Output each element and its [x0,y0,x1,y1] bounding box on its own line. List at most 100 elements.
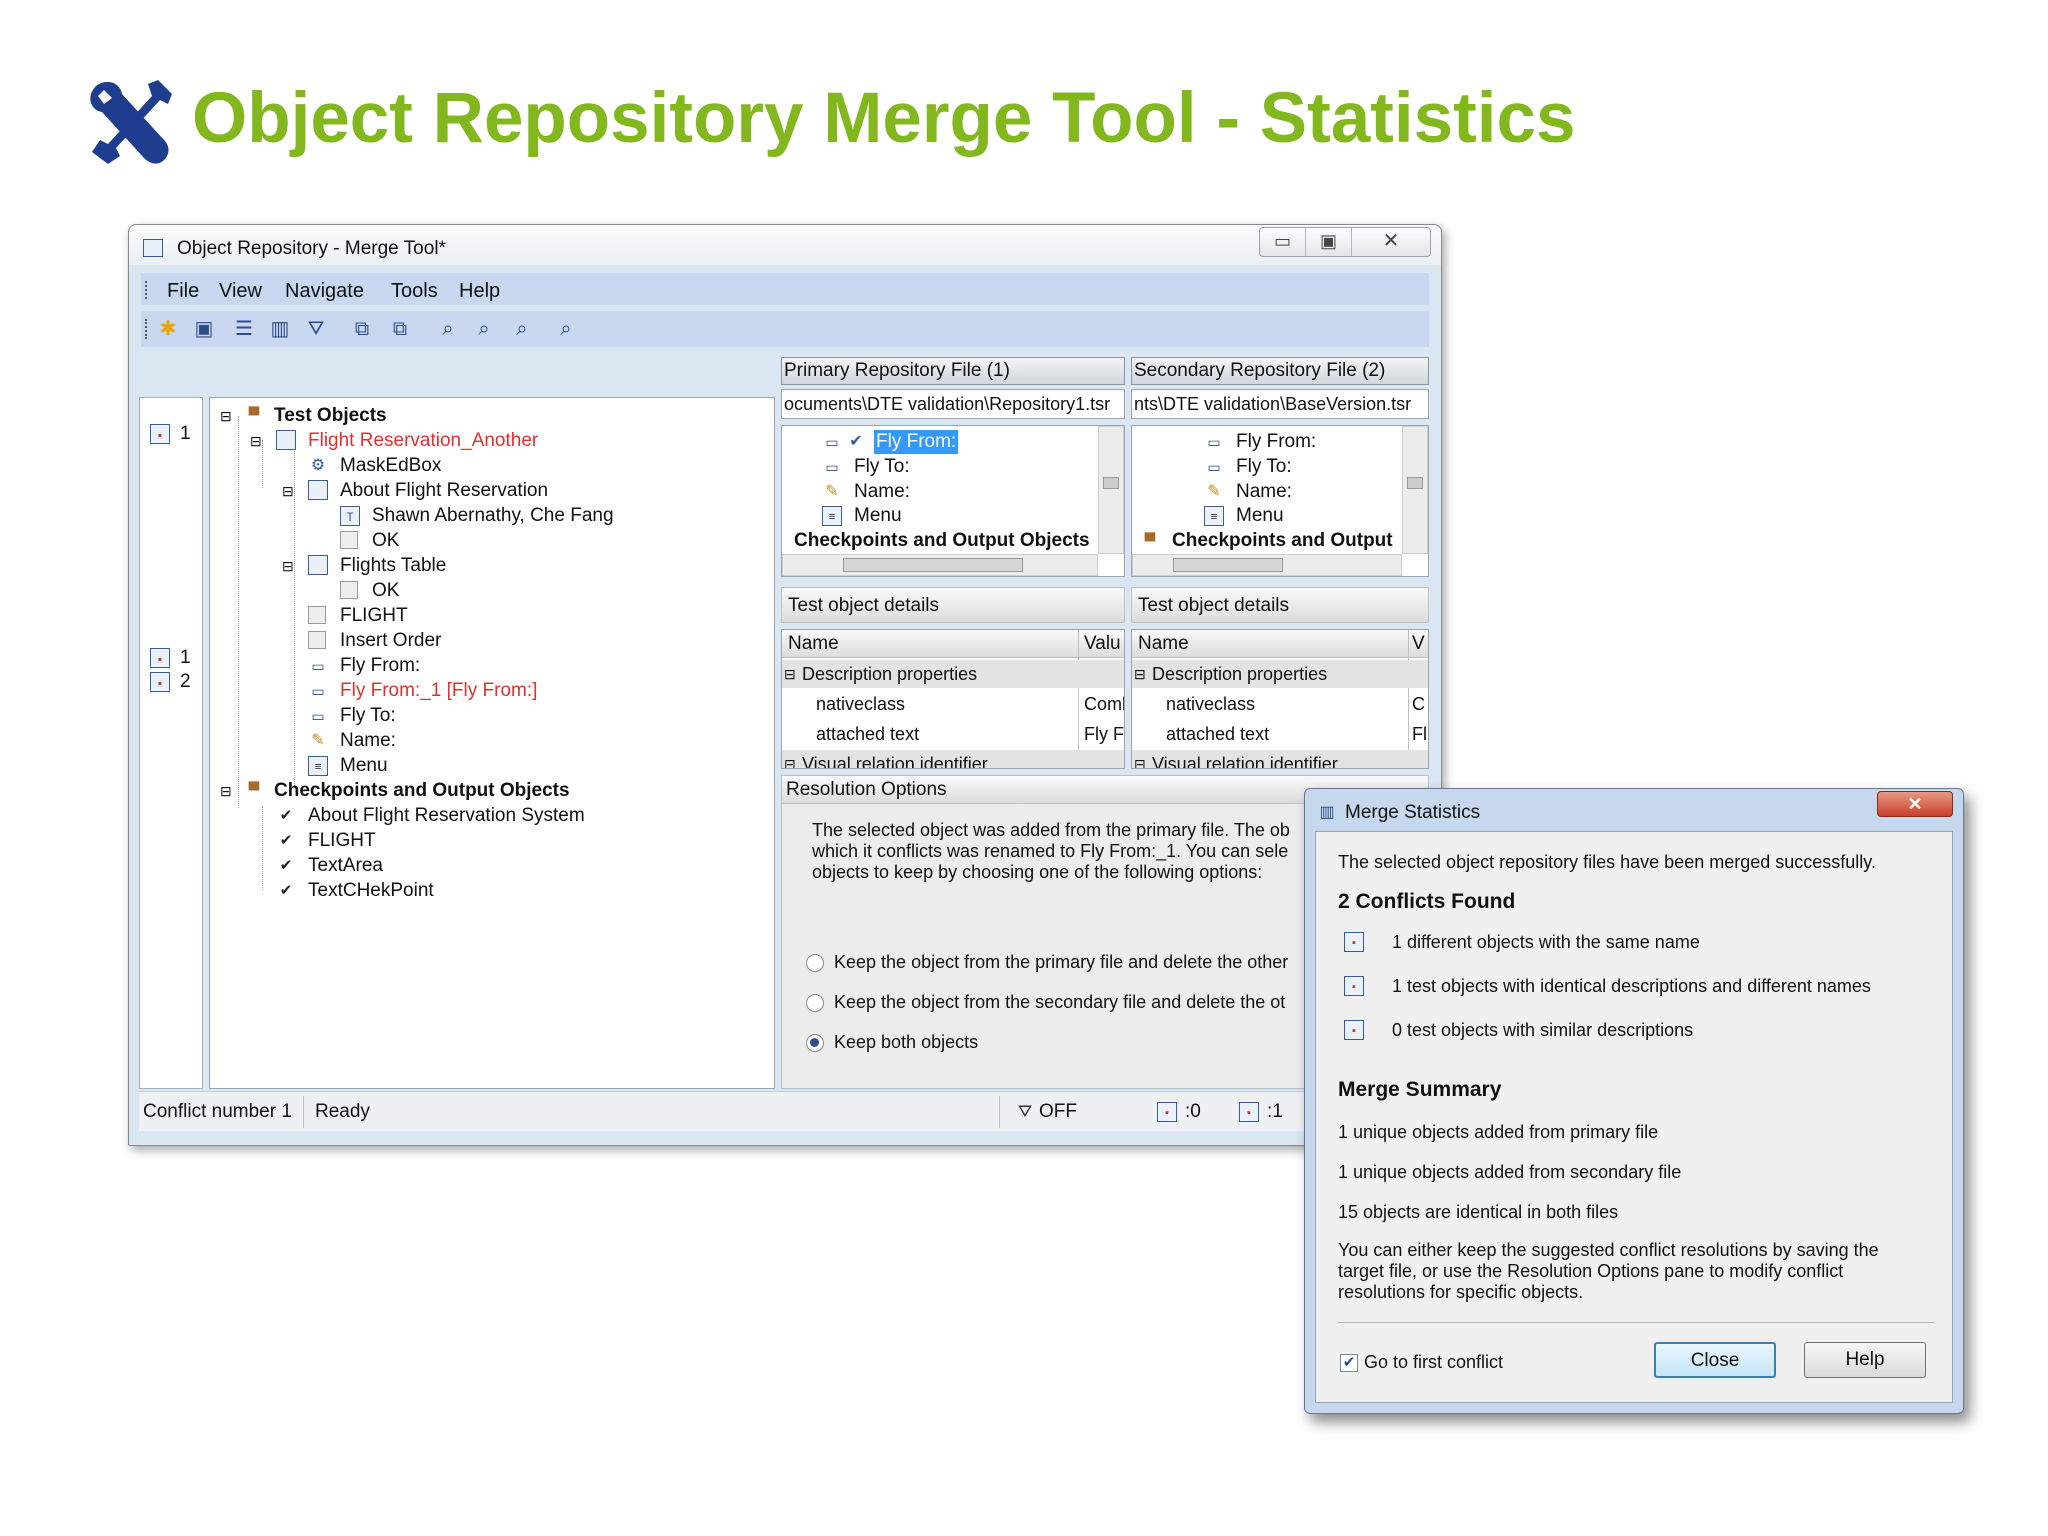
tree-item[interactable]: OK [372,529,399,553]
dialog-close-button[interactable]: ✕ [1877,791,1953,817]
minimize-button[interactable]: ▭ [1260,228,1306,256]
tree-item[interactable]: Fly To: [340,704,396,728]
primary-item-selected[interactable]: Fly From: [874,430,959,454]
secondary-item[interactable]: Menu [1236,504,1284,528]
checkpoint-item[interactable]: TextArea [308,854,383,878]
collapse-toggle[interactable]: ⊟ [784,752,796,768]
secondary-item[interactable]: Fly From: [1236,430,1316,454]
conflict-marker-icon[interactable]: ▪ [150,672,170,692]
primary-hscroll[interactable] [782,554,1098,576]
close-window-button[interactable]: ✕ [1352,228,1430,256]
primary-item[interactable]: Name: [854,480,910,504]
primary-vscroll[interactable] [1098,426,1124,554]
column-header[interactable]: Name [788,632,839,656]
status-bar: Conflict number 1 Ready ⛛ OFF ▪ :0 ▪ :1 [139,1091,1431,1131]
menu-navigate[interactable]: Navigate [285,279,364,303]
go-to-first-conflict-checkbox[interactable]: ✔ [1340,1354,1358,1372]
save-icon[interactable]: ▣ [189,315,219,343]
tree-checkpoints[interactable]: Checkpoints and Output Objects [274,779,570,803]
properties-icon[interactable]: ☰ [229,315,259,343]
edit-box-icon: ▭ [1207,459,1221,475]
maximize-button[interactable]: ▣ [1306,228,1352,256]
tree-item[interactable]: Shawn Abernathy, Che Fang [372,504,614,528]
secondary-hscroll[interactable] [1132,554,1402,576]
close-button[interactable]: Close [1654,1342,1776,1378]
primary-item[interactable]: Menu [854,504,902,528]
status-state: Ready [315,1101,370,1122]
find-previous-icon[interactable]: ⌕ [507,315,537,343]
secondary-vscroll[interactable] [1402,426,1428,554]
collapse-toggle[interactable]: ⊟ [282,479,294,503]
menu-help[interactable]: Help [459,279,500,303]
secondary-checkpoints[interactable]: Checkpoints and Output [1172,529,1393,553]
collapse-toggle[interactable]: ⊟ [220,779,232,803]
option-label[interactable]: Keep both objects [834,1030,978,1054]
tree-item[interactable]: Flights Table [340,554,446,578]
help-button[interactable]: Help [1804,1342,1926,1378]
menu-tools[interactable]: Tools [391,279,438,303]
tree-item[interactable]: Flight Reservation_Another [308,429,538,453]
conflict-marker-icon[interactable]: ▪ [150,424,170,444]
collapse-toggle[interactable]: ⊟ [1134,752,1146,768]
conflict-marker-icon[interactable]: ▪ [150,648,170,668]
tree-item[interactable]: OK [372,579,399,603]
menu-view[interactable]: View [219,279,262,303]
statistics-icon[interactable]: ▥ [265,315,295,343]
section-label: Description properties [1152,664,1328,684]
tree-item[interactable]: MaskEdBox [340,454,441,478]
primary-tree: ▭ ✔ Fly From: ▭ Fly To: ✎ Name: ≡ Menu C… [781,425,1125,577]
property-value: Fly F [1084,724,1124,744]
collapse-toggle[interactable]: ⊟ [250,429,262,453]
tree-item[interactable]: Insert Order [340,629,441,653]
option-label[interactable]: Keep the object from the primary file an… [834,950,1288,974]
window-title: Object Repository - Merge Tool* [177,238,446,259]
column-header[interactable]: Valu [1084,632,1121,656]
tree-item[interactable]: FLIGHT [340,604,408,628]
conflict-marker-icon: ▪ [1239,1102,1259,1122]
statistics-icon: ▥ [1319,804,1335,821]
section-label: Visual relation identifier [1152,754,1338,769]
zoom-icon[interactable]: ⌕ [551,315,581,343]
secondary-item[interactable]: Fly To: [1236,455,1292,479]
column-header[interactable]: V [1412,632,1425,656]
primary-checkpoints[interactable]: Checkpoints and Output Objects [794,529,1090,553]
option-radio[interactable] [806,994,824,1012]
checkpoint-item[interactable]: FLIGHT [308,829,376,853]
tree-test-objects[interactable]: Test Objects [274,404,387,428]
tree-item[interactable]: Fly From:_1 [Fly From:] [340,679,537,703]
collapse-toggle[interactable]: ⊟ [282,554,294,578]
filter-icon[interactable]: ⛛ [301,315,331,343]
dialog-icon [308,480,328,500]
property-name: attached text [816,724,920,744]
filter-icon[interactable]: ⛛ [1015,1102,1035,1122]
option-radio[interactable] [806,954,824,972]
collapse-toggle[interactable]: ⊟ [1134,662,1146,686]
next-conflict-icon[interactable]: ⧉ [385,315,415,343]
option-radio-selected[interactable] [806,1034,824,1052]
section-label: Description properties [802,664,978,684]
previous-conflict-icon[interactable]: ⧉ [347,315,377,343]
checkpoint-item[interactable]: TextCHekPoint [308,879,434,903]
option-label[interactable]: Keep the object from the secondary file … [834,990,1285,1014]
find-next-icon[interactable]: ⌕ [469,315,499,343]
new-icon[interactable]: ✱ [153,315,183,343]
pencil-icon: ✎ [311,732,325,749]
collapse-toggle[interactable]: ⊟ [220,404,232,428]
tree-item[interactable]: Menu [340,754,388,778]
edit-box-icon: ▭ [825,434,839,450]
column-header[interactable]: Name [1138,632,1189,656]
menu-icon: ≡ [308,756,328,776]
summary-line: 1 unique objects added from secondary fi… [1338,1162,1682,1182]
checkbox-label[interactable]: Go to first conflict [1364,1350,1503,1374]
menu-file[interactable]: File [167,279,199,303]
collapse-toggle[interactable]: ⊟ [784,662,796,686]
tree-item[interactable]: About Flight Reservation [340,479,548,503]
tree-item[interactable]: Fly From: [340,654,420,678]
button-icon [308,606,326,624]
primary-item[interactable]: Fly To: [854,455,910,479]
secondary-item[interactable]: Name: [1236,480,1292,504]
find-icon[interactable]: ⌕ [433,315,463,343]
checkpoint-item[interactable]: About Flight Reservation System [308,804,585,828]
tree-item[interactable]: Name: [340,729,396,753]
secondary-details-header: Test object details [1131,587,1429,623]
